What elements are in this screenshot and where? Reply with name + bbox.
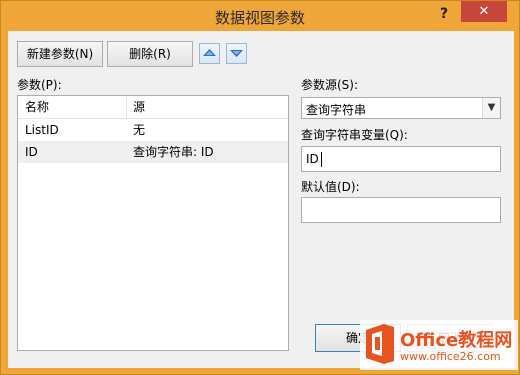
list-item[interactable]: ID 查询字符串: ID [18,141,288,163]
list-header: 名称 源 [18,96,288,119]
move-up-button[interactable] [199,43,220,64]
delete-button[interactable]: 删除(R) [107,41,193,67]
parameters-label: 参数(P): [17,78,62,92]
column-separator[interactable] [126,96,127,118]
list-item[interactable]: ListID 无 [18,119,288,141]
office-logo-icon [366,324,394,364]
parameters-list[interactable]: 名称 源 ListID 无 ID 查询字符串: ID [17,95,289,351]
title-bar[interactable]: 数据视图参数 ? ✕ [1,1,519,31]
parameter-source-label: 参数源(S): [301,78,359,92]
text-caret [321,152,322,167]
close-button[interactable]: ✕ [461,1,507,22]
watermark-brand: Office教程网 [400,330,513,351]
query-string-variable-value: ID [306,152,319,166]
move-down-button[interactable] [226,43,247,64]
query-string-variable-label: 查询字符串变量(Q): [301,128,408,142]
default-value-field[interactable] [301,197,501,223]
param-name: ListID [25,123,59,137]
chevron-down-icon[interactable]: ▼ [482,98,500,118]
watermark-url: www.office26.com [400,350,501,363]
column-header-source[interactable]: 源 [133,96,283,118]
parameter-source-value: 查询字符串 [306,103,367,117]
param-source: 无 [133,123,146,137]
query-string-variable-field[interactable]: ID [301,146,501,172]
column-header-name[interactable]: 名称 [25,96,125,118]
arrow-up-icon [203,49,216,56]
arrow-down-icon [230,50,243,57]
parameter-source-select[interactable]: 查询字符串 ▼ [301,97,501,119]
default-value-label: 默认值(D): [301,180,360,194]
param-source: 查询字符串: ID [133,145,214,159]
param-name: ID [25,145,38,159]
help-button[interactable]: ? [433,3,455,25]
new-parameter-button[interactable]: 新建参数(N) [17,41,103,67]
watermark-logo: Office教程网 www.office26.com [360,316,518,372]
